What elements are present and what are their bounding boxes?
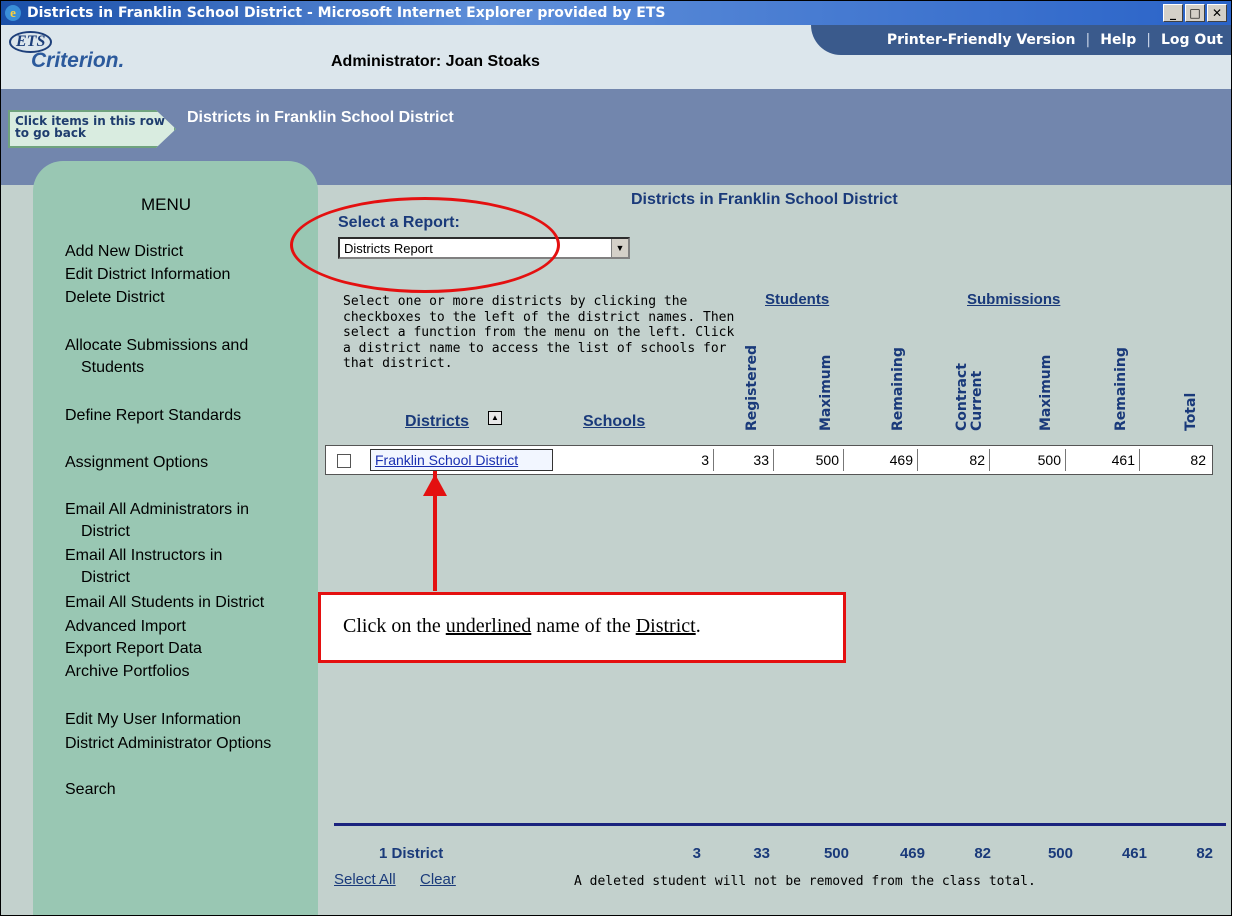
window-controls: _ □ ✕ (1163, 4, 1227, 22)
annotation-callout: Click on the underlined name of the Dist… (318, 592, 846, 663)
window-titlebar: e Districts in Franklin School District … (1, 1, 1231, 25)
submissions-maximum-column-header[interactable]: Maximum (1038, 347, 1054, 431)
menu-delete-district[interactable]: Delete District (65, 288, 165, 308)
menu-edit-my-user-information[interactable]: Edit My User Information (65, 710, 241, 730)
submissions-group-header[interactable]: Submissions (967, 291, 1060, 308)
current-contract-cell: 82 (918, 449, 990, 471)
table-row: Franklin School District 3 33 500 469 82… (325, 445, 1213, 475)
instructions-text: Select one or more districts by clicking… (343, 294, 735, 371)
schools-cell: 3 (554, 449, 714, 471)
menu-email-administrators[interactable]: Email All Administrators in (65, 500, 249, 520)
internet-explorer-icon: e (5, 5, 21, 21)
top-links: Printer-Friendly Version | Help | Log Ou… (811, 25, 1231, 55)
minimize-button[interactable]: _ (1163, 4, 1183, 22)
menu-archive-portfolios[interactable]: Archive Portfolios (65, 662, 190, 682)
menu-allocate-submissions-cont[interactable]: Students (81, 358, 144, 378)
total-submissions-remaining: 461 (1121, 845, 1147, 862)
logout-link[interactable]: Log Out (1161, 32, 1223, 48)
clear-link[interactable]: Clear (420, 871, 456, 888)
current-contract-column-header-line1[interactable]: Current (969, 348, 985, 431)
menu-district-administrator-options[interactable]: District Administrator Options (65, 734, 271, 754)
current-contract-column-header-line2[interactable]: Contract (954, 348, 970, 431)
separator: | (1085, 32, 1091, 48)
callout-text-prefix: Click on the (343, 615, 446, 637)
registered-cell: 33 (714, 449, 774, 471)
admin-label: Administrator: Joan Stoaks (331, 53, 540, 70)
total-maximum: 500 (823, 845, 849, 862)
menu-title: MENU (141, 195, 192, 214)
total-schools: 3 (692, 845, 701, 862)
total-registered: 33 (753, 845, 770, 862)
total-submissions-maximum: 500 (1047, 845, 1073, 862)
callout-text-suffix: . (695, 615, 701, 637)
menu-export-report-data[interactable]: Export Report Data (65, 639, 202, 659)
criterion-logo: Criterion. (31, 49, 125, 72)
maximum-cell: 500 (774, 449, 844, 471)
dropdown-arrow-icon[interactable]: ▼ (611, 239, 628, 257)
breadcrumb-current[interactable]: Districts in Franklin School District (187, 109, 454, 127)
window-title: Districts in Franklin School District - … (27, 5, 666, 21)
menu-assignment-options[interactable]: Assignment Options (65, 453, 208, 473)
schools-column-header[interactable]: Schools (583, 413, 645, 431)
menu-edit-district-information[interactable]: Edit District Information (65, 265, 230, 285)
menu-search[interactable]: Search (65, 780, 116, 800)
total-total: 82 (1196, 845, 1213, 862)
submissions-remaining-cell: 461 (1066, 449, 1140, 471)
callout-text-middle: name of the (531, 615, 636, 637)
menu-add-new-district[interactable]: Add New District (65, 242, 183, 262)
annotation-circle (290, 197, 560, 293)
back-hint: Click items in this row to go back (8, 110, 176, 148)
submissions-remaining-column-header[interactable]: Remaining (1113, 323, 1129, 431)
students-group-header[interactable]: Students (765, 291, 829, 308)
close-button[interactable]: ✕ (1207, 4, 1227, 22)
total-cell: 82 (1190, 452, 1206, 468)
menu-email-instructors[interactable]: Email All Instructors in (65, 546, 222, 566)
separator: | (1146, 32, 1151, 48)
registered-column-header[interactable]: Registered (744, 319, 760, 431)
printer-friendly-link[interactable]: Printer-Friendly Version (887, 32, 1076, 48)
menu-email-instructors-cont[interactable]: District (81, 568, 130, 588)
sort-ascending-icon[interactable]: ▲ (488, 411, 502, 425)
district-name-link[interactable]: Franklin School District (370, 449, 553, 471)
districts-column-header[interactable]: Districts (405, 413, 469, 431)
remaining-column-header[interactable]: Remaining (890, 323, 906, 431)
remaining-cell: 469 (844, 449, 918, 471)
menu-email-administrators-cont[interactable]: District (81, 522, 130, 542)
report-heading: Districts in Franklin School District (631, 191, 898, 208)
menu-email-students[interactable]: Email All Students in District (65, 593, 264, 613)
callout-text-underlined: underlined (445, 615, 532, 637)
maximize-button[interactable]: □ (1185, 4, 1205, 22)
submissions-maximum-cell: 500 (990, 449, 1066, 471)
district-checkbox[interactable] (337, 454, 351, 468)
totals-divider (334, 823, 1226, 826)
maximum-column-header[interactable]: Maximum (818, 347, 834, 431)
total-column-header[interactable]: Total (1183, 385, 1199, 431)
help-link[interactable]: Help (1100, 32, 1136, 48)
menu-advanced-import[interactable]: Advanced Import (65, 617, 186, 637)
callout-text-district: District (635, 615, 696, 637)
app-header: ETS Criterion. Administrator: Joan Stoak… (1, 25, 1231, 89)
select-all-link[interactable]: Select All (334, 871, 396, 888)
menu-define-report-standards[interactable]: Define Report Standards (65, 406, 241, 426)
footer-note: A deleted student will not be removed fr… (574, 874, 1036, 889)
total-remaining: 469 (899, 845, 925, 862)
annotation-arrow-icon (423, 474, 447, 496)
menu-allocate-submissions[interactable]: Allocate Submissions and (65, 336, 248, 356)
browser-window: e Districts in Franklin School District … (0, 0, 1232, 916)
total-current-contract: 82 (974, 845, 991, 862)
total-district-count: 1 District (379, 845, 444, 862)
